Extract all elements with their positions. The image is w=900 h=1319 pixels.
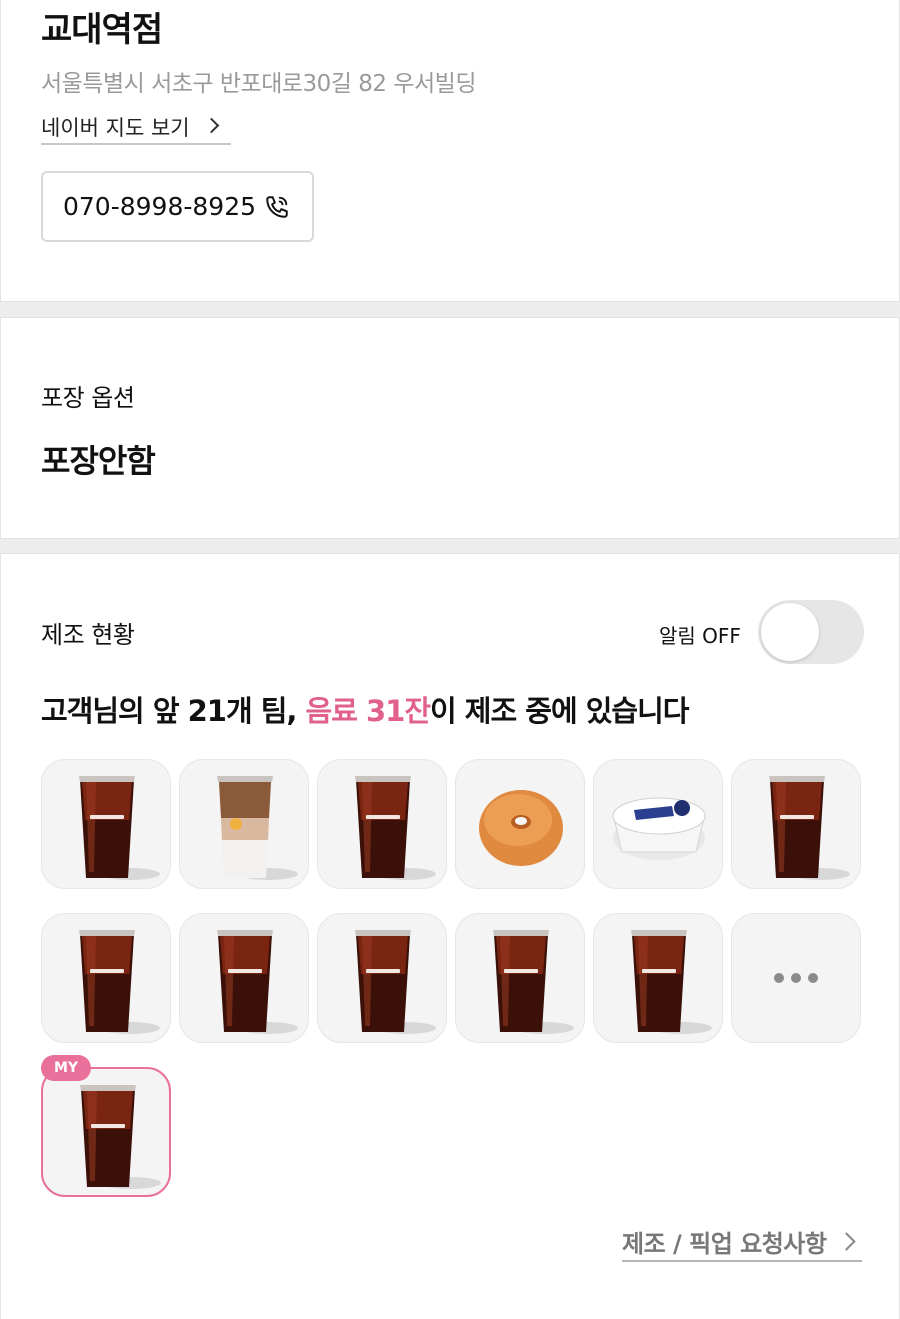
store-info-card: 교대역점 서울특별시 서초구 반포대로30길 82 우서빌딩 네이버 지도 보기… xyxy=(0,0,900,302)
packaging-option-label: 포장 옵션 xyxy=(41,384,135,412)
notification-label: 알림 OFF xyxy=(659,624,741,648)
more-dot xyxy=(808,973,818,983)
notification-toggle[interactable] xyxy=(758,600,864,664)
request-notes-link[interactable]: 제조 / 픽업 요청사항 xyxy=(622,1224,862,1262)
more-dot xyxy=(774,973,784,983)
chevron-right-icon xyxy=(203,117,219,134)
order-queue-tile xyxy=(455,913,585,1043)
order-queue-tile xyxy=(731,759,861,889)
packaging-option-card: 포장 옵션 포장안함 xyxy=(0,317,900,539)
queue-message-suffix: 이 제조 중에 있습니다 xyxy=(430,694,689,728)
more-dot xyxy=(791,973,801,983)
toggle-knob xyxy=(761,603,819,661)
order-queue-tile xyxy=(179,759,309,889)
order-queue-tile xyxy=(41,913,171,1043)
naver-map-link-label: 네이버 지도 보기 xyxy=(41,116,190,140)
preparation-status-card: 제조 현황 알림 OFF 고객님의 앞 21개 팀, 음료 31잔이 제조 중에… xyxy=(0,553,900,1319)
phone-call-icon xyxy=(266,195,288,218)
phone-number: 070-8998-8925 xyxy=(63,192,257,221)
order-queue-tile xyxy=(41,759,171,889)
queue-message-prefix: 고객님의 앞 21개 팀, xyxy=(41,694,306,728)
store-name: 교대역점 xyxy=(41,10,163,50)
chevron-right-icon xyxy=(837,1232,857,1251)
naver-map-link[interactable]: 네이버 지도 보기 xyxy=(41,112,231,145)
order-queue-tile xyxy=(593,759,723,889)
store-address: 서울특별시 서초구 반포대로30길 82 우서빌딩 xyxy=(41,71,477,97)
queue-message-highlight: 음료 31잔 xyxy=(305,694,431,728)
queue-message: 고객님의 앞 21개 팀, 음료 31잔이 제조 중에 있습니다 xyxy=(41,688,689,730)
order-queue-tile xyxy=(179,913,309,1043)
order-queue-tile xyxy=(593,913,723,1043)
order-queue-tile xyxy=(317,759,447,889)
order-queue-tile xyxy=(455,759,585,889)
packaging-option-value: 포장안함 xyxy=(41,442,156,480)
phone-call-button[interactable]: 070-8998-8925 xyxy=(41,171,314,242)
my-badge: MY xyxy=(41,1055,91,1081)
more-items-button[interactable] xyxy=(731,913,861,1043)
request-notes-label: 제조 / 픽업 요청사항 xyxy=(622,1230,827,1258)
order-queue-tile xyxy=(317,913,447,1043)
my-order-tile: MY xyxy=(41,1055,171,1197)
preparation-status-title: 제조 현황 xyxy=(41,621,135,649)
